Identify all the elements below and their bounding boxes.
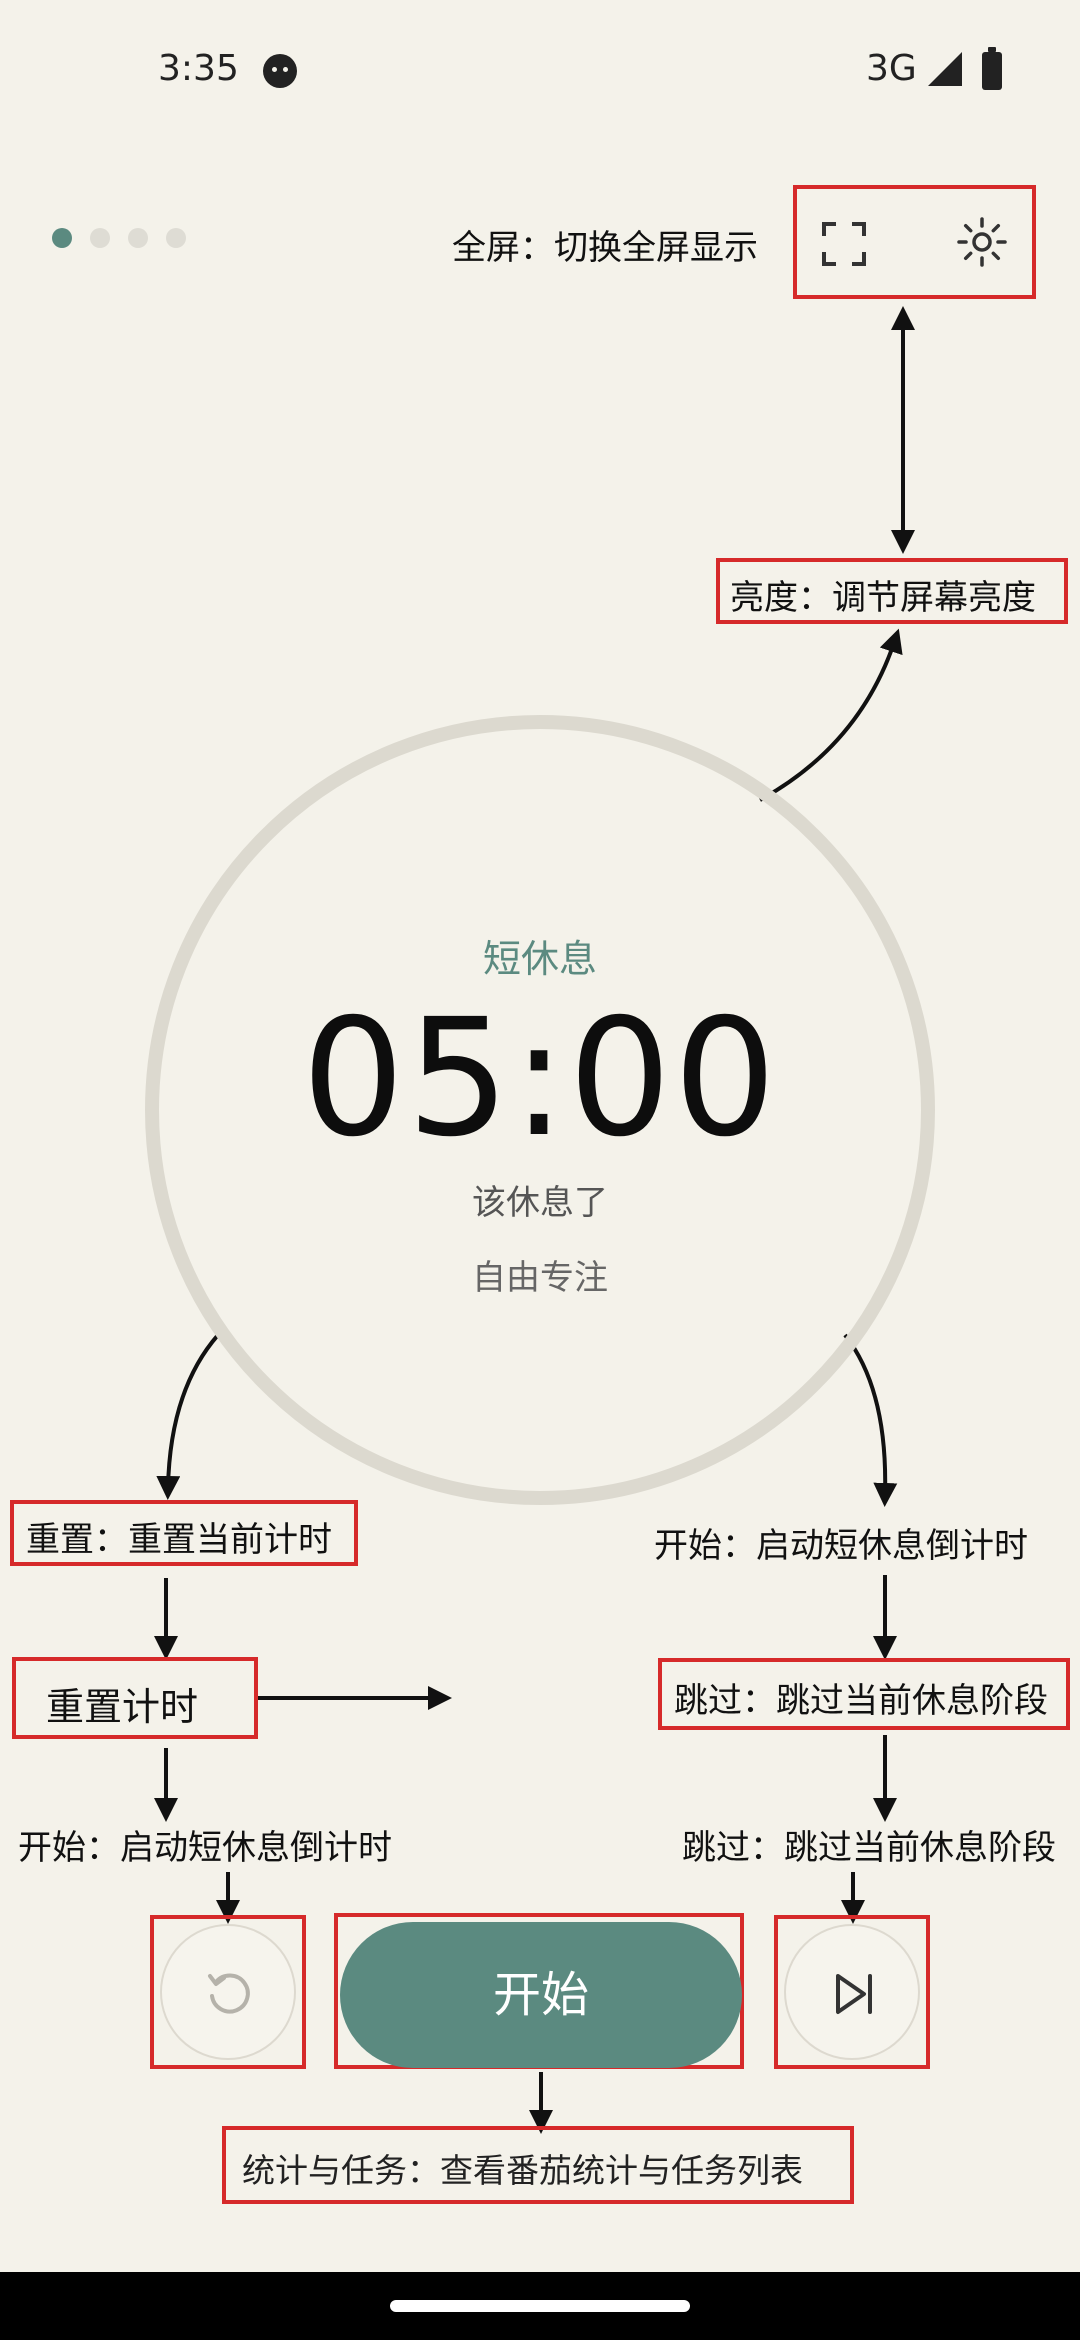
start-annotation-right: 开始：启动短休息倒计时: [654, 1526, 1028, 1566]
reset-icon: [208, 1973, 250, 2014]
start-annotation-left: 开始：启动短休息倒计时: [18, 1828, 392, 1868]
timer-message: 该休息了: [472, 1183, 608, 1223]
skip-button[interactable]: [784, 1924, 920, 2060]
start-button[interactable]: 开始: [340, 1922, 742, 2068]
home-gesture-pill[interactable]: [390, 2300, 690, 2312]
timer-display: 05:00: [301, 985, 779, 1173]
stats-annotation: 统计与任务：查看番茄统计与任务列表: [242, 2151, 803, 2190]
skip-next-icon: [836, 1974, 872, 2014]
timer-phase: 短休息: [482, 937, 597, 981]
reset-button[interactable]: [160, 1924, 296, 2060]
reset-annotation: 重置：重置当前计时: [26, 1520, 332, 1560]
skip-annotation: 跳过：跳过当前休息阶段: [674, 1681, 1048, 1721]
skip-annotation-text: 跳过：跳过当前休息阶段: [682, 1828, 1056, 1868]
timer-mode[interactable]: 自由专注: [340, 1250, 740, 1299]
reset-timer-annotation: 重置计时: [46, 1685, 199, 1729]
